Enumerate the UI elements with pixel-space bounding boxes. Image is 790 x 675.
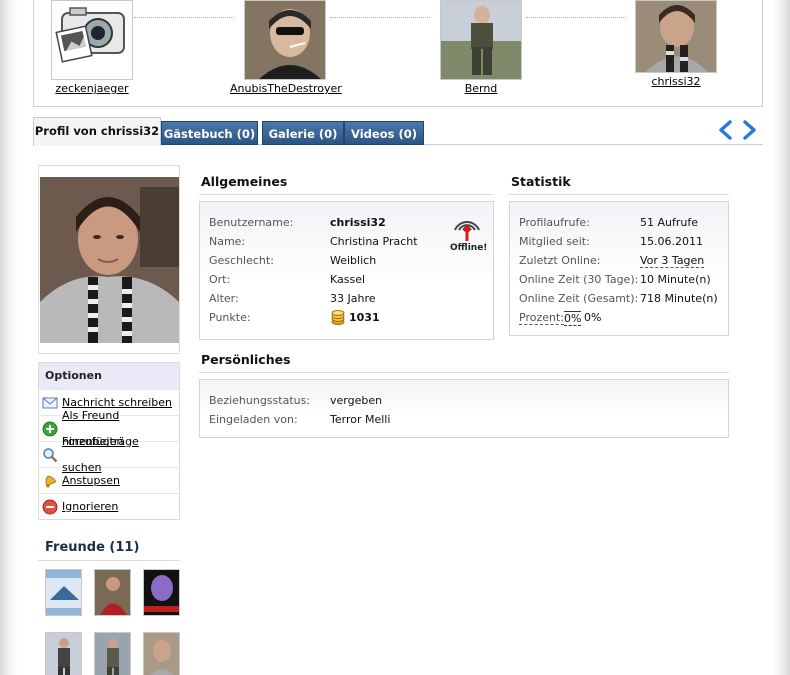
name-label: Name: xyxy=(209,235,246,248)
online-time-30-label: Online Zeit (30 Tage): xyxy=(519,273,639,286)
general-title: Allgemeines xyxy=(201,174,288,189)
divider xyxy=(526,17,626,18)
age-label: Alter: xyxy=(209,292,239,305)
visitor-item[interactable]: zeckenjaeger xyxy=(37,0,147,95)
camera-placeholder-icon[interactable] xyxy=(51,0,133,80)
divider xyxy=(330,17,430,18)
search-posts-option[interactable]: Forenbeiträge suchen xyxy=(39,435,179,474)
friend-avatar[interactable] xyxy=(143,569,180,616)
visitor-item[interactable]: chrissi32 xyxy=(621,0,731,88)
user-avatar[interactable] xyxy=(244,0,326,80)
online-time-30-value: 10 Minute(n) xyxy=(640,273,711,286)
divider xyxy=(134,17,234,18)
bell-icon xyxy=(42,473,58,489)
gender-value: Weiblich xyxy=(330,254,377,267)
invited-by-label: Eingeladen von: xyxy=(209,413,298,426)
relationship-value: vergeben xyxy=(330,394,383,407)
city-value: Kassel xyxy=(330,273,366,286)
relationship-label: Beziehungsstatus: xyxy=(209,394,311,407)
stats-title: Statistik xyxy=(511,174,571,189)
envelope-icon xyxy=(42,395,58,411)
tab-gallery[interactable]: Galerie (0) xyxy=(262,121,344,145)
friend-avatar[interactable] xyxy=(94,569,131,616)
divider xyxy=(509,194,729,195)
percent-label[interactable]: Prozent: xyxy=(519,311,564,325)
visitor-item[interactable]: AnubisTheDestroyer xyxy=(230,0,342,95)
options-panel: Optionen Nachricht schreiben Als Freund … xyxy=(38,362,180,520)
online-time-total-label: Online Zeit (Gesamt): xyxy=(519,292,639,305)
offline-status-label: Offline! xyxy=(450,243,488,253)
block-icon xyxy=(42,499,58,515)
add-icon xyxy=(42,421,58,437)
option-label[interactable]: Anstupsen xyxy=(62,468,120,494)
online-time-total-value: 718 Minute(n) xyxy=(640,292,718,305)
visitor-item[interactable]: Bernd xyxy=(426,0,536,95)
ignore-option[interactable]: Ignorieren xyxy=(39,493,179,519)
gender-label: Geschlecht: xyxy=(209,254,274,267)
member-since-label: Mitglied seit: xyxy=(519,235,590,248)
percent-value: 0% xyxy=(584,311,602,324)
points-label: Punkte: xyxy=(209,311,251,324)
divider xyxy=(199,372,729,373)
friend-avatar[interactable] xyxy=(94,632,131,675)
visitor-name[interactable]: chrissi32 xyxy=(621,75,731,88)
member-since-value: 15.06.2011 xyxy=(640,235,703,248)
points-value: 1031 xyxy=(349,311,380,324)
tab-videos[interactable]: Videos (0) xyxy=(344,121,424,145)
options-title: Optionen xyxy=(39,363,179,389)
tab-guestbook[interactable]: Gästebuch (0) xyxy=(161,121,258,145)
last-online-value[interactable]: Vor 3 Tagen xyxy=(640,254,705,268)
profile-photo-frame xyxy=(38,165,180,354)
user-avatar[interactable] xyxy=(440,0,522,80)
search-icon xyxy=(42,447,58,463)
last-online-label: Zuletzt Online: xyxy=(519,254,601,267)
coins-icon xyxy=(330,309,346,325)
visitor-name[interactable]: zeckenjaeger xyxy=(37,82,147,95)
recent-visitors: zeckenjaeger AnubisTheDestroyer Bernd ch… xyxy=(33,0,763,107)
invited-by-value: Terror Melli xyxy=(330,413,391,426)
friends-title: Freunde (11) xyxy=(45,540,140,555)
friend-avatar[interactable] xyxy=(45,632,82,675)
friend-avatar[interactable] xyxy=(143,632,180,675)
username-value: chrissi32 xyxy=(330,216,386,229)
profile-views-value: 51 Aufrufe xyxy=(640,216,698,229)
personal-title: Persönliches xyxy=(201,352,291,367)
percent-value-bar: 0% xyxy=(564,311,582,326)
personal-box xyxy=(199,379,729,438)
profile-tabs: Profil von chrissi32 Gästebuch (0) Galer… xyxy=(33,117,763,146)
profile-views-label: Profilaufrufe: xyxy=(519,216,590,229)
tab-profile[interactable]: Profil von chrissi32 xyxy=(33,117,161,146)
divider xyxy=(38,560,180,561)
name-value: Christina Pracht xyxy=(330,235,418,248)
next-arrow-icon[interactable] xyxy=(740,119,760,141)
city-label: Ort: xyxy=(209,273,231,286)
username-label: Benutzername: xyxy=(209,216,294,229)
age-value: 33 Jahre xyxy=(330,292,376,305)
visitor-name[interactable]: AnubisTheDestroyer xyxy=(230,82,342,95)
option-label[interactable]: Ignorieren xyxy=(62,494,118,520)
profile-photo[interactable] xyxy=(40,177,179,343)
divider xyxy=(199,194,494,195)
friend-avatar[interactable] xyxy=(45,569,82,616)
visitor-name[interactable]: Bernd xyxy=(426,82,536,95)
user-avatar[interactable] xyxy=(635,0,717,73)
offline-status-icon xyxy=(449,210,485,242)
prev-arrow-icon[interactable] xyxy=(715,119,735,141)
